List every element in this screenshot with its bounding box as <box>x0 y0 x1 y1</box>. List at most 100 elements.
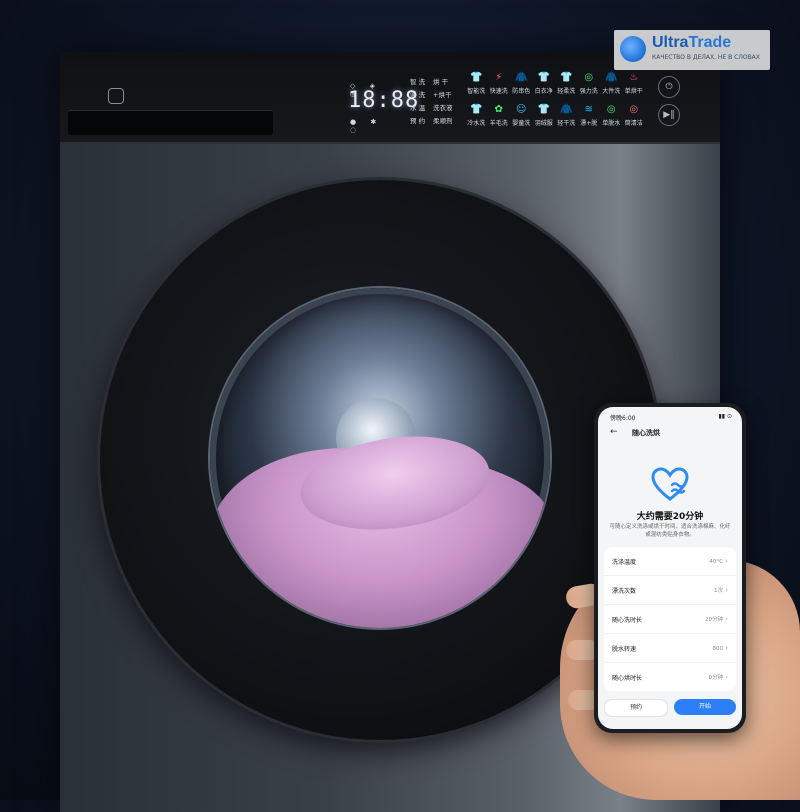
program-button[interactable]: ⚡ 快速洗 <box>488 72 511 104</box>
dry-icon: ♨ <box>629 72 639 83</box>
program-button[interactable]: 👕 智能洗 <box>465 72 488 104</box>
setting-row-temperature[interactable]: 洗涤温度 40°C <box>604 547 736 576</box>
rinse-icon: ≋ <box>584 104 593 115</box>
setting-row-dry-duration[interactable]: 随心烘时长 0分钟 <box>604 663 736 691</box>
setting-row-spin-speed[interactable]: 脱水转速 800 <box>604 634 736 663</box>
program-button[interactable]: ☺ 婴童洗 <box>510 104 533 136</box>
drum-icon: ◎ <box>629 104 639 115</box>
program-row-1: 👕 智能洗 ⚡ 快速洗 🧥 防串色 👕 白衣净 👕 轻柔洗 ◎ 强力洗 🧥 大件洗 ♨ 单烘干 <box>465 72 645 104</box>
program-label: 单烘干 <box>624 88 643 95</box>
program-button[interactable]: 👕 白衣净 <box>533 72 556 104</box>
setting-label: 漂洗次数 <box>612 587 637 595</box>
setting-value: 20分钟 <box>705 615 728 623</box>
setting-label: 洗涤温度 <box>612 558 637 566</box>
program-button[interactable]: 👕 冷水洗 <box>465 104 488 136</box>
program-label: 冷水洗 <box>467 120 486 127</box>
program-button[interactable]: ♨ 单烘干 <box>623 72 646 104</box>
baby-icon: ☺ <box>516 104 527 115</box>
status-time: 傍晚6:00 <box>610 415 636 422</box>
shirt-icon: 👕 <box>537 104 550 115</box>
heart-wave-icon <box>650 465 690 505</box>
led-display: ◇ ◈ ◎ 18:88 ● ✱ ◌ <box>348 82 418 134</box>
ultratrade-logo-icon <box>620 36 646 62</box>
duration-headline: 大约需要20分钟 <box>636 512 704 522</box>
option-label[interactable]: 漂 洗 <box>410 89 425 102</box>
program-label: 单脱水 <box>602 120 621 127</box>
door-glass[interactable] <box>210 288 550 628</box>
option-label[interactable]: 预 约 <box>410 115 425 128</box>
option-label[interactable]: +烘干 <box>433 89 453 102</box>
option-column-2: 烘 干 +烘干 洗衣液 柔顺剂 <box>433 76 453 128</box>
mijia-logo-icon <box>108 88 124 104</box>
option-column-1: 智 洗 漂 洗 水 温 预 约 <box>410 76 425 128</box>
program-label: 婴童洗 <box>512 120 531 127</box>
program-button[interactable]: 🧥 大件洗 <box>600 72 623 104</box>
program-label: 轻干洗 <box>557 120 576 127</box>
option-label[interactable]: 洗衣液 <box>433 102 453 115</box>
phone-screen: 傍晚6:00 ▮▮ ⊙ ← 随心洗烘 大约需要20分钟 可随心定义洗涤或烘干时间… <box>598 407 742 729</box>
setting-value: 800 <box>712 644 728 652</box>
sweater-icon: 🧥 <box>515 72 528 83</box>
status-icons: ▮▮ ⊙ <box>718 413 732 420</box>
shirt-icon: 👕 <box>537 72 550 83</box>
watermark-title: UltraTrade <box>652 34 732 51</box>
program-grid: 👕 智能洗 ⚡ 快速洗 🧥 防串色 👕 白衣净 👕 轻柔洗 ◎ 强力洗 🧥 大件洗 ♨ 单烘干 👕 冷水洗 ✿ 羊毛… <box>465 72 645 136</box>
setting-row-wash-duration[interactable]: 随心洗时长 20分钟 <box>604 605 736 634</box>
program-label: 羊毛洗 <box>489 120 508 127</box>
drum-icon: ◎ <box>606 104 616 115</box>
program-button[interactable]: ≋ 漂+脱 <box>578 104 601 136</box>
smartphone: 傍晚6:00 ▮▮ ⊙ ← 随心洗烘 大约需要20分钟 可随心定义洗涤或烘干时间… <box>594 403 746 733</box>
program-label: 羽绒服 <box>534 120 553 127</box>
settings-list: 洗涤温度 40°C 漂洗次数 1次 随心洗时长 20分钟 脱水转速 800 随心… <box>604 547 736 691</box>
option-label[interactable]: 烘 干 <box>433 76 453 89</box>
shirt-icon: 👕 <box>560 72 573 83</box>
sweater-icon: 🧥 <box>560 104 573 115</box>
drum-icon: ◎ <box>584 72 594 83</box>
setting-row-rinse[interactable]: 漂洗次数 1次 <box>604 576 736 605</box>
wool-icon: ✿ <box>494 104 503 115</box>
program-button[interactable]: 👕 轻柔洗 <box>555 72 578 104</box>
shirt-icon: 👕 <box>470 72 483 83</box>
setting-value: 40°C <box>709 557 728 565</box>
program-label: 强力洗 <box>579 88 598 95</box>
option-label[interactable]: 柔顺剂 <box>433 115 453 128</box>
setting-label: 脱水转速 <box>612 645 637 653</box>
page-title: 随心洗烘 <box>632 429 660 437</box>
setting-label: 随心烘时长 <box>612 674 643 682</box>
start-pause-button[interactable]: ▶‖ <box>658 104 680 126</box>
display-indicator-icons: ● ✱ ◌ <box>350 118 383 134</box>
program-button[interactable]: ✿ 羊毛洗 <box>488 104 511 136</box>
setting-value: 1次 <box>714 586 728 594</box>
program-label: 大件洗 <box>602 88 621 95</box>
program-button[interactable]: 👕 羽绒服 <box>533 104 556 136</box>
program-button[interactable]: 🧥 轻干洗 <box>555 104 578 136</box>
sweater-icon: 🧥 <box>605 72 618 83</box>
program-label: 轻柔洗 <box>557 88 576 95</box>
setting-value: 0分钟 <box>708 673 728 681</box>
power-button[interactable]: ⏻ <box>658 76 680 98</box>
watermark-subtitle: КАЧЕСТВО В ДЕЛАХ, НЕ В СЛОВАХ <box>652 54 760 61</box>
action-buttons: 预约 开始 <box>604 699 736 717</box>
program-label: 白衣净 <box>534 88 553 95</box>
mode-description: 可随心定义洗涤或烘干时间，适合洗涤棉麻、化纤或混纺类贴身衣物。 <box>609 524 731 538</box>
display-digits: 18:88 <box>348 88 420 113</box>
option-label[interactable]: 智 洗 <box>410 76 425 89</box>
program-label: 漂+脱 <box>580 120 598 127</box>
program-label: 防串色 <box>512 88 531 95</box>
program-row-2: 👕 冷水洗 ✿ 羊毛洗 ☺ 婴童洗 👕 羽绒服 🧥 轻干洗 ≋ 漂+脱 ◎ 单脱水 ◎ 筒清洁 <box>465 104 645 136</box>
back-arrow-icon[interactable]: ← <box>610 427 618 437</box>
ultratrade-watermark: UltraTrade КАЧЕСТВО В ДЕЛАХ, НЕ В СЛОВАХ <box>614 30 770 70</box>
detergent-drawer[interactable] <box>68 110 273 135</box>
start-button[interactable]: 开始 <box>674 699 736 715</box>
program-button[interactable]: ◎ 单脱水 <box>600 104 623 136</box>
program-label: 筒清洁 <box>624 120 643 127</box>
program-button[interactable]: ◎ 强力洗 <box>578 72 601 104</box>
program-label: 快速洗 <box>489 88 508 95</box>
program-button[interactable]: 🧥 防串色 <box>510 72 533 104</box>
program-button[interactable]: ◎ 筒清洁 <box>623 104 646 136</box>
option-label[interactable]: 水 温 <box>410 102 425 115</box>
shirt-icon: 👕 <box>470 104 483 115</box>
lightning-icon: ⚡ <box>495 72 503 83</box>
setting-label: 随心洗时长 <box>612 616 643 624</box>
schedule-button[interactable]: 预约 <box>604 699 668 717</box>
